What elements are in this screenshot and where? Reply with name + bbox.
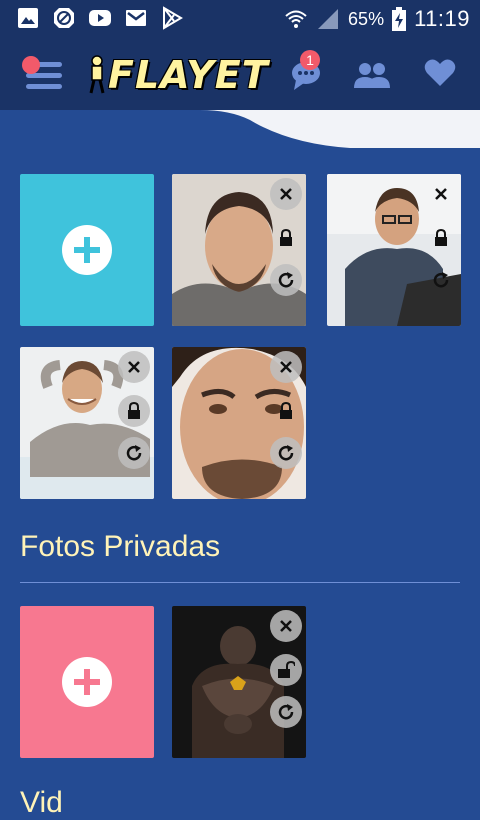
status-bar: 65% 11:19: [0, 0, 480, 36]
close-icon: [280, 620, 292, 632]
app-logo: FLAYET: [86, 50, 269, 100]
wifi-icon: [285, 10, 307, 28]
notification-icons: [16, 6, 184, 30]
chat-badge: 1: [300, 50, 320, 70]
clock: 11:19: [414, 6, 470, 31]
rotate-icon: [278, 445, 294, 461]
blocked-icon: [54, 8, 74, 28]
signal-icon: [318, 9, 339, 29]
lock-photo-button[interactable]: [270, 222, 302, 254]
menu-icon-line: [26, 84, 62, 89]
mascot-icon: [89, 55, 105, 94]
rotate-photo-button[interactable]: [425, 264, 457, 296]
gmail-icon: [126, 10, 146, 26]
lock-photo-button[interactable]: [425, 222, 457, 254]
rotate-icon: [278, 704, 294, 720]
plus-icon: [62, 657, 112, 707]
close-icon: [128, 361, 140, 373]
battery-percent: 65%: [348, 8, 385, 29]
photo-tile[interactable]: [172, 347, 306, 499]
system-status: 65% 11:19: [284, 6, 470, 32]
rotate-photo-button[interactable]: [118, 437, 150, 469]
favorites-button[interactable]: [424, 58, 464, 92]
menu-notification-dot: [22, 56, 40, 74]
group-icon: [354, 63, 390, 88]
videos-title: Vid: [20, 786, 63, 819]
header-wave: [0, 110, 480, 150]
lock-icon: [280, 402, 292, 419]
delete-photo-button[interactable]: [270, 610, 302, 642]
close-icon: [435, 188, 447, 200]
private-photos-title: Fotos Privadas: [20, 530, 221, 563]
lock-photo-button[interactable]: [270, 395, 302, 427]
lock-icon: [280, 229, 292, 246]
rotate-photo-button[interactable]: [270, 437, 302, 469]
rotate-photo-button[interactable]: [270, 264, 302, 296]
unlock-photo-button[interactable]: [270, 654, 302, 686]
delete-photo-button[interactable]: [425, 178, 457, 210]
friends-button[interactable]: [354, 58, 394, 92]
app-bar: FLAYET 1: [0, 36, 480, 110]
close-icon: [280, 361, 292, 373]
unlock-icon: [278, 661, 295, 678]
heart-icon: [424, 59, 456, 86]
battery-charging-icon: [392, 7, 407, 31]
plus-icon: [62, 225, 112, 275]
rotate-icon: [433, 272, 449, 288]
lock-icon: [128, 402, 140, 419]
add-photo-button[interactable]: [20, 174, 154, 326]
rotate-photo-button[interactable]: [270, 696, 302, 728]
lock-icon: [435, 229, 447, 246]
logo-text: FLAYET: [108, 53, 269, 97]
private-photo-tile[interactable]: [172, 606, 306, 758]
youtube-icon: [89, 10, 111, 26]
section-divider: [20, 582, 460, 583]
add-private-photo-button[interactable]: [20, 606, 154, 758]
delete-photo-button[interactable]: [270, 178, 302, 210]
play-store-icon: [163, 6, 183, 30]
menu-button[interactable]: [22, 56, 66, 92]
gallery-icon: [18, 8, 38, 28]
rotate-icon: [126, 445, 142, 461]
close-icon: [280, 188, 292, 200]
delete-photo-button[interactable]: [270, 351, 302, 383]
photo-tile[interactable]: [327, 174, 461, 326]
delete-photo-button[interactable]: [118, 351, 150, 383]
lock-photo-button[interactable]: [118, 395, 150, 427]
photo-tile[interactable]: [172, 174, 306, 326]
photo-tile[interactable]: [20, 347, 154, 499]
rotate-icon: [278, 272, 294, 288]
